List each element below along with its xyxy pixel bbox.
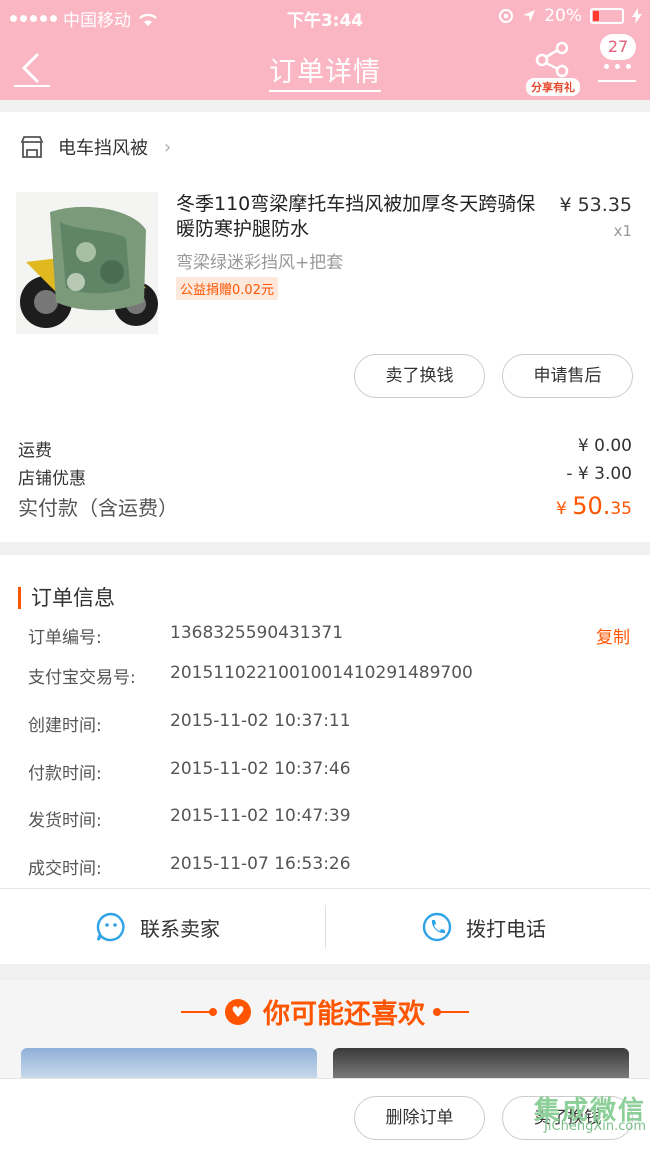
shop-name: 电车挡风被 [58, 138, 148, 159]
total-value: ¥ 50.35 [555, 492, 632, 520]
product-quantity: x1 [613, 222, 632, 240]
shipping-value: ¥ 0.00 [577, 436, 632, 456]
battery-percent: 20% [544, 6, 582, 26]
total-label: 实付款（含运费） [18, 496, 178, 520]
shipping-label: 运费 [18, 441, 52, 461]
shop-link[interactable]: 电车挡风被 › [20, 134, 171, 160]
after-sale-button[interactable]: 申请售后 [502, 354, 633, 398]
copy-button[interactable]: 复制 [596, 623, 630, 648]
contact-seller-button[interactable]: 联系卖家 [96, 889, 220, 965]
product-title[interactable]: 冬季110弯梁摩托车挡风被加厚冬天跨骑保暖防寒护腿防水 [176, 192, 546, 242]
recommend-item-image[interactable] [333, 1048, 629, 1078]
order-info-card: 订单信息 订单编号: 1368325590431371 复制 支付宝交易号: 2… [0, 555, 650, 888]
delete-order-button[interactable]: 删除订单 [354, 1096, 485, 1140]
sell-button[interactable]: 卖了换钱 [354, 354, 485, 398]
product-sku: 弯梁绿迷彩挡风+把套 [176, 253, 344, 273]
shop-icon [20, 136, 44, 158]
chat-icon [96, 912, 125, 942]
discount-label: 店铺优惠 [18, 469, 86, 489]
share-button[interactable]: 分享有礼 [524, 40, 582, 96]
order-info-title: 订单信息 [18, 587, 115, 609]
share-reward-tag: 分享有礼 [526, 78, 580, 96]
product-image[interactable] [16, 192, 158, 334]
product-card: 电车挡风被 › 冬季110弯梁摩托车挡风被加厚冬天跨骑保暖防寒护腿防水 ¥ 53… [0, 112, 650, 542]
watermark: 集成微信 JiChengXin.com [533, 1096, 646, 1134]
recommend-item-image[interactable] [21, 1048, 317, 1078]
total-paid-row: 实付款（含运费） ¥ 50.35 [18, 492, 632, 521]
rotation-lock-icon [499, 9, 514, 23]
discount-value: - ¥ 3.00 [566, 464, 632, 484]
call-phone-button[interactable]: 拨打电话 [422, 889, 546, 965]
battery-icon [590, 8, 624, 24]
message-count-badge: 27 [600, 34, 636, 60]
status-bar: 中国移动 下午3:44 20% [0, 0, 650, 34]
charging-icon [632, 8, 642, 24]
product-price: ¥ 53.35 [559, 194, 632, 216]
more-dots-icon [604, 64, 631, 69]
location-icon [523, 10, 536, 22]
recommend-title: ♥ 你可能还喜欢 [0, 992, 650, 1031]
phone-icon [422, 912, 452, 942]
heart-icon: ♥ [225, 998, 251, 1025]
shipping-fee-row: 运费 ¥ 0.00 [18, 436, 632, 461]
chevron-right-icon: › [164, 136, 172, 158]
shop-discount-row: 店铺优惠 - ¥ 3.00 [18, 464, 632, 489]
share-icon [535, 41, 569, 78]
nav-bar: 订单详情 分享有礼 27 [0, 34, 650, 100]
order-number: 1368325590431371 [170, 623, 344, 643]
more-button[interactable]: 27 [596, 34, 640, 96]
contact-bar: 联系卖家 拨打电话 [0, 888, 650, 964]
charity-tag: 公益捐赠0.02元 [176, 277, 278, 300]
